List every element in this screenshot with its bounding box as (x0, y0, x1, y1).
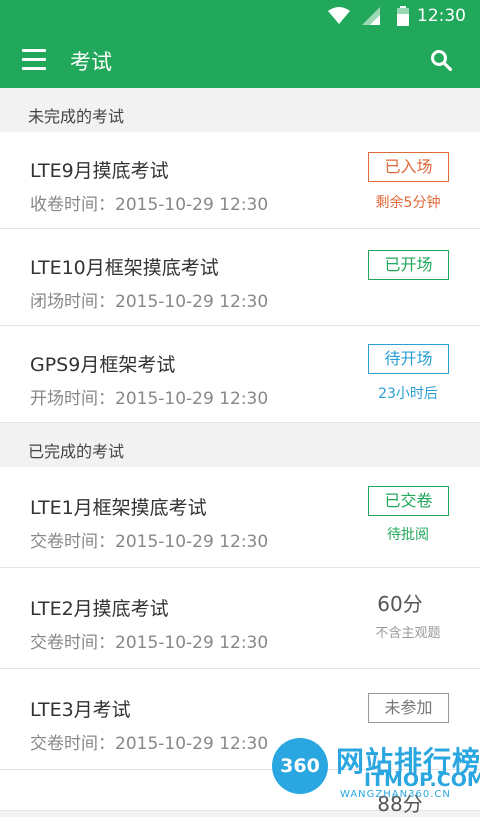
wifi-icon (328, 7, 350, 29)
battery-icon (397, 6, 409, 30)
exam-time: 交卷时间：2015-10-29 12:30 (30, 532, 269, 552)
exam-time: 交卷时间：2015-10-29 12:30 (30, 734, 269, 754)
menu-icon[interactable] (22, 49, 46, 71)
app-bar: 考试 (0, 32, 480, 88)
exam-row[interactable]: LTE9月摸底考试 收卷时间：2015-10-29 12:30 已入场 剩余5分… (0, 132, 480, 229)
exam-row[interactable]: LTE1月框架摸底考试 交卷时间：2015-10-29 12:30 已交卷 待批… (0, 467, 480, 568)
exam-time: 闭场时间：2015-10-29 12:30 (30, 292, 269, 312)
status-badge: 未参加 (368, 693, 449, 723)
search-icon[interactable] (430, 49, 453, 75)
exam-time: 交卷时间：2015-10-29 12:30 (30, 633, 269, 653)
exam-name: LTE2月摸底考试 (30, 598, 169, 620)
exam-name: LTE10月框架摸底考试 (30, 257, 219, 279)
exam-name: LTE3月考试 (30, 699, 131, 721)
status-time: 12:30 (417, 6, 466, 26)
exam-time: 开场时间：2015-10-29 12:30 (30, 389, 269, 409)
status-subtext: 待批阅 (387, 527, 429, 543)
status-badge: 已开场 (368, 250, 449, 280)
section-header-unfinished: 未完成的考试 (0, 88, 480, 133)
status-badge: 已交卷 (368, 486, 449, 516)
watermark-circle: 360 (272, 738, 328, 794)
exam-row[interactable]: LTE2月摸底考试 交卷时间：2015-10-29 12:30 60分 不含主观… (0, 568, 480, 669)
watermark-logo: 360 网站排行榜 ITMOP.COM WANGZHAN360.CN (270, 738, 480, 800)
exam-row[interactable]: LTE10月框架摸底考试 闭场时间：2015-10-29 12:30 已开场 (0, 229, 480, 326)
exam-score: 60分 (377, 592, 423, 616)
signal-icon (362, 7, 380, 29)
watermark-en: ITMOP.COM (364, 769, 480, 791)
status-bar: 12:30 (0, 0, 480, 32)
status-badge: 待开场 (368, 344, 449, 374)
score-note: 不含主观题 (375, 626, 441, 641)
page-title: 考试 (70, 50, 112, 74)
watermark-url: WANGZHAN360.CN (340, 789, 451, 800)
exam-name: GPS9月框架考试 (30, 354, 176, 376)
exam-name: LTE9月摸底考试 (30, 160, 169, 182)
section-title: 未完成的考试 (28, 107, 125, 126)
status-subtext: 23小时后 (378, 386, 438, 402)
section-header-finished: 已完成的考试 (0, 423, 480, 468)
status-badge: 已入场 (368, 152, 449, 182)
section-title: 已完成的考试 (28, 442, 125, 461)
status-subtext: 剩余5分钟 (375, 195, 441, 211)
exam-time: 收卷时间：2015-10-29 12:30 (30, 195, 269, 215)
exam-row[interactable]: GPS9月框架考试 开场时间：2015-10-29 12:30 待开场 23小时… (0, 326, 480, 423)
exam-name: LTE1月框架摸底考试 (30, 497, 207, 519)
